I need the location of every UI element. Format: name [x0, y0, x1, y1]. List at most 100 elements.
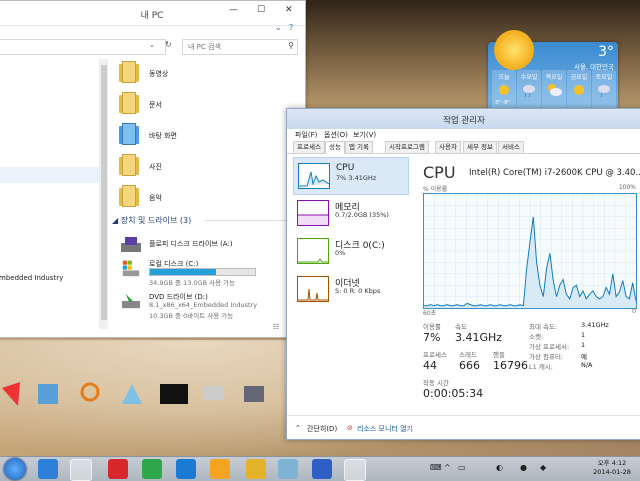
menu-view[interactable]: 보기(V) — [353, 130, 376, 140]
floppy-drive-icon — [121, 237, 141, 252]
address-bar[interactable] — [0, 39, 166, 55]
folder-videos[interactable]: 동영상 — [119, 61, 279, 85]
cloudy-sun-icon — [548, 84, 562, 96]
forecast-day: 토요일 — [592, 70, 616, 110]
folder-label: 사진 — [149, 163, 162, 171]
app-globe-icon[interactable] — [312, 459, 332, 479]
spec-value: 예 — [581, 353, 587, 361]
tab-users[interactable]: 사용자 — [435, 141, 461, 153]
tab-services[interactable]: 서비스 — [498, 141, 524, 153]
chevron-down-icon[interactable]: ◢ — [112, 216, 121, 225]
folder-documents[interactable]: 문서 — [119, 92, 279, 116]
hard-drive-icon — [122, 260, 140, 277]
app-r-icon[interactable] — [246, 459, 266, 479]
resource-ethernet[interactable]: 이더넷 S: 0 R: 0 Kbps — [293, 271, 407, 307]
devices-section-header[interactable]: ◢ 장치 및 드라이브 (3) — [112, 215, 191, 226]
cpu-heading: CPU — [423, 163, 456, 182]
scrollbar-thumb[interactable] — [101, 65, 107, 320]
nav-dvd-label[interactable]: mbedded Industry — [0, 274, 63, 282]
ethernet-mini-graph — [297, 276, 329, 302]
tab-app-history[interactable]: 앱 기록 — [345, 141, 374, 153]
close-icon[interactable]: ✕ — [285, 5, 293, 15]
processes-label: 프로세스 — [423, 351, 447, 359]
music-folder-icon — [119, 185, 139, 207]
resource-monitor-icon: ⊘ — [347, 424, 353, 432]
folder-desktop[interactable]: 바탕 화면 — [119, 123, 279, 147]
app-tray-icon[interactable]: ◆ — [540, 463, 546, 472]
volume-icon[interactable]: ◐ — [496, 463, 503, 472]
refresh-icon[interactable]: ↻ — [165, 40, 172, 49]
weather-gadget[interactable]: 3° 서울, 대한민국 오늘 3° -8° 수요일 목요일 금요일 토요일 — [488, 30, 618, 112]
file-explorer-icon[interactable] — [70, 459, 92, 481]
shutdown-app-icon[interactable] — [108, 459, 128, 479]
desktop-app-icon[interactable] — [118, 380, 146, 410]
utilization-label: % 이용률 — [423, 186, 448, 193]
app-icon[interactable] — [278, 459, 298, 479]
logout-app-icon[interactable] — [176, 459, 196, 479]
folder-label: 동영상 — [149, 70, 169, 78]
navigation-scrollbar[interactable] — [100, 59, 108, 329]
open-resource-monitor-link[interactable]: 리소스 모니터 열기 — [357, 424, 413, 434]
drive-label: 플로피 디스크 드라이브 (A:) — [149, 240, 233, 248]
drive-space: 10.3GB 중 0바이트 사용 가능 — [149, 312, 234, 320]
maximize-icon[interactable]: ☐ — [257, 5, 265, 15]
resource-cpu[interactable]: CPU 7% 3.41GHz — [293, 157, 409, 195]
speed-label: 속도 — [455, 323, 467, 331]
resource-list: CPU 7% 3.41GHz 메모리 0.7/2.0GB (35%) 디스크 0… — [293, 157, 409, 427]
spec-value: 3.41GHz — [581, 321, 609, 329]
graph-time-span: 60초 — [423, 310, 437, 317]
fewer-details-link[interactable]: 간단히(D) — [307, 424, 337, 434]
resource-memory[interactable]: 메모리 0.7/2.0GB (35%) — [293, 195, 407, 231]
tab-processes[interactable]: 프로세스 — [293, 141, 325, 153]
details-view-icon[interactable]: ☷ — [273, 323, 279, 331]
task-manager-titlebar[interactable]: 작업 관리자 — [287, 109, 640, 129]
magnifier-app-icon[interactable] — [78, 380, 106, 410]
threads-label: 스레드 — [459, 351, 477, 359]
menu-options[interactable]: 옵션(O) — [324, 130, 348, 140]
taskbar-clock[interactable]: 오후 4:12 2014-01-28 — [592, 459, 632, 477]
forecast-day: 오늘 3° -8° — [492, 70, 516, 110]
desktop-app-icon[interactable] — [34, 380, 62, 410]
tab-startup[interactable]: 시작프로그램 — [385, 141, 429, 153]
handles-label: 핸들 — [493, 351, 505, 359]
tab-details[interactable]: 세부 정보 — [463, 141, 497, 153]
address-dropdown-icon[interactable]: ⌄ — [149, 41, 155, 49]
tab-performance[interactable]: 성능 — [325, 141, 345, 154]
folder-pictures[interactable]: 사진 — [119, 154, 279, 178]
search-icon: ⚲ — [288, 41, 294, 50]
task-manager-taskbar-icon[interactable] — [344, 459, 366, 481]
power-app-icon[interactable] — [210, 459, 230, 479]
navigation-selected[interactable] — [0, 167, 99, 183]
task-manager-window[interactable]: 작업 관리자 파일(F) 옵션(O) 보기(V) 프로세스 성능 앱 기록 시작… — [286, 108, 640, 440]
resource-disk[interactable]: 디스크 0(C:) 0% — [293, 233, 407, 269]
folder-label: 음악 — [149, 194, 162, 202]
navigation-pane[interactable] — [0, 59, 100, 329]
minimize-icon[interactable]: — — [229, 5, 238, 15]
chevron-up-icon[interactable]: ^ — [444, 463, 451, 472]
explorer-titlebar[interactable]: 내 PC — ☐ ✕ — [0, 1, 305, 26]
menu-file[interactable]: 파일(F) — [295, 130, 317, 140]
start-button[interactable] — [4, 458, 26, 480]
search-input[interactable]: 내 PC 검색 ⚲ — [182, 39, 298, 55]
black-window-icon[interactable] — [160, 380, 188, 410]
explorer-window[interactable]: 내 PC — ☐ ✕ ⌄ ? ⌄ ↻ 내 PC 검색 ⚲ mbedded Ind… — [0, 0, 306, 338]
keyboard-icon[interactable]: ⌨ — [430, 463, 442, 472]
resource-value: 0% — [335, 249, 346, 257]
toolbox-app-icon[interactable] — [240, 380, 268, 410]
cpu-model: Intel(R) Core(TM) i7-2600K CPU @ 3.40... — [469, 168, 640, 178]
chevron-up-icon[interactable]: ⌃ — [295, 424, 301, 432]
ribbon-chevron-icon[interactable]: ⌄ — [275, 23, 282, 32]
cpu-mini-graph — [298, 163, 330, 189]
folder-music[interactable]: 음악 — [119, 185, 279, 209]
task-manager-footer: ⌃ 간단히(D) ⊘ 리소스 모니터 열기 — [287, 415, 640, 440]
forecast-day-label: 목요일 — [545, 74, 563, 81]
internet-explorer-icon[interactable] — [38, 459, 58, 479]
drive-space: 34.9GB 중 13.0GB 사용 가능 — [149, 279, 236, 287]
usage-label: 이용률 — [423, 323, 441, 331]
help-icon[interactable]: ? — [289, 23, 293, 32]
monitor-app-icon[interactable] — [200, 380, 228, 410]
desktop-app-icon[interactable] — [0, 380, 28, 410]
refresh-app-icon[interactable] — [142, 459, 162, 479]
app-tray-icon[interactable]: ● — [520, 463, 527, 472]
network-icon[interactable]: ▭ — [458, 463, 466, 472]
